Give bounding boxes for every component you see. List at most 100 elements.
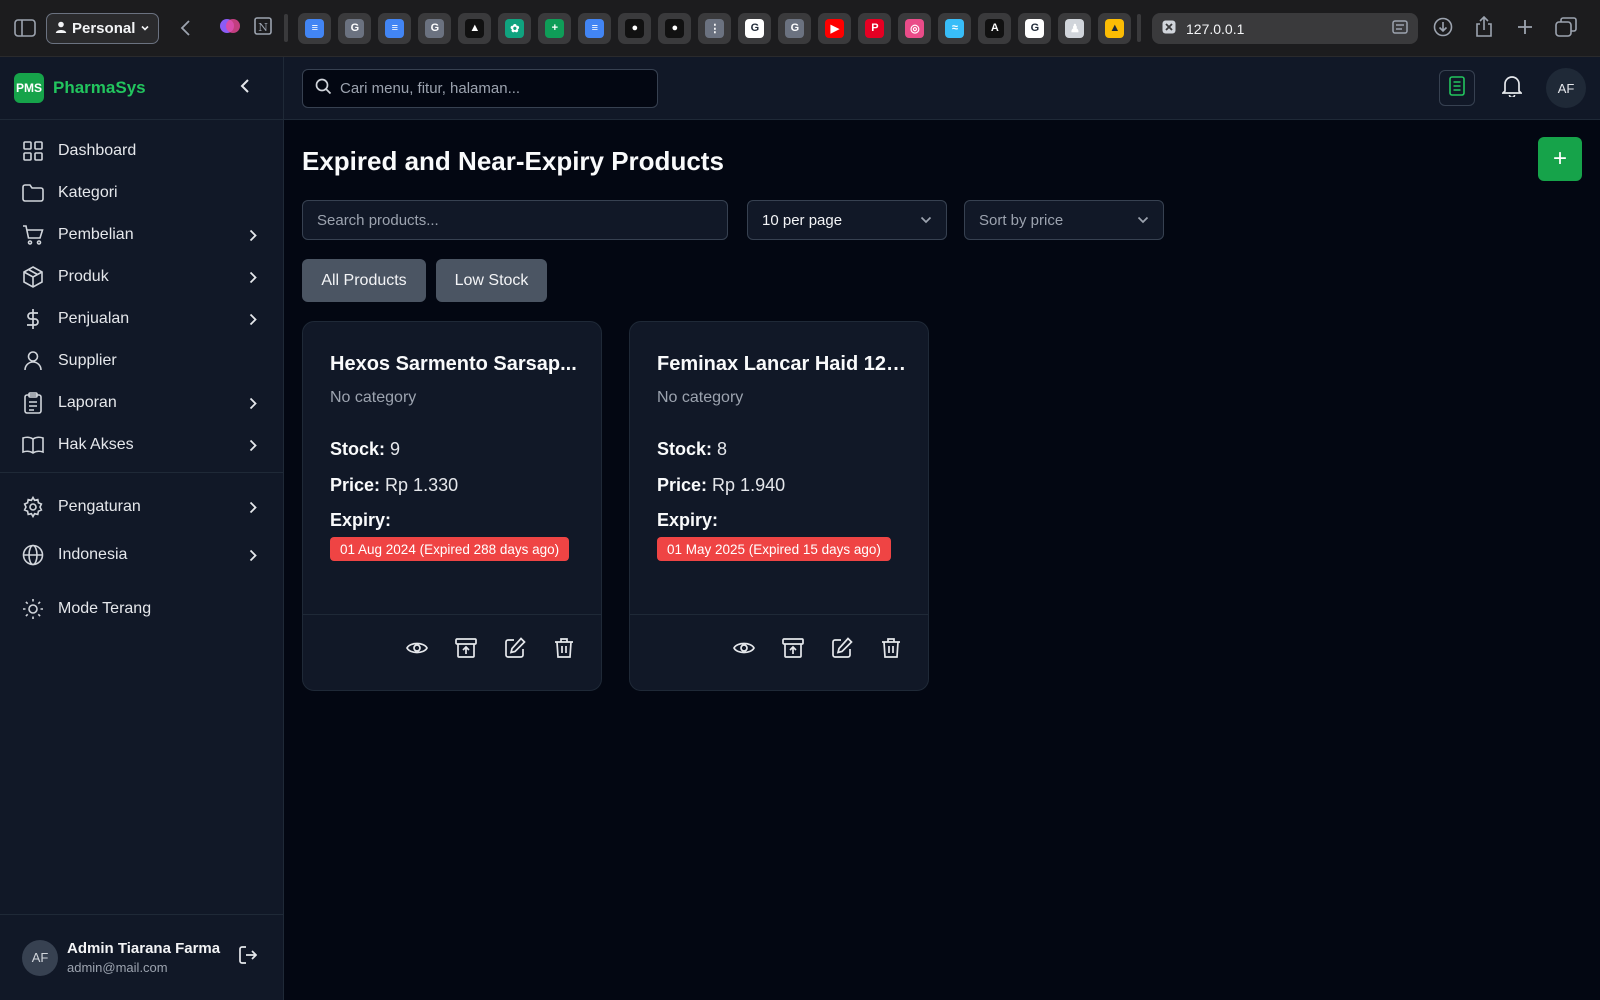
price-value: Rp 1.330 [385,475,459,495]
sidebar-item-label: Produk [58,268,109,285]
tab-brain[interactable] [217,13,243,44]
browser-tab[interactable]: G [1018,12,1052,44]
browser-tab[interactable]: G [418,12,452,44]
archive-icon[interactable] [454,636,478,660]
new-tab-icon[interactable] [1512,14,1538,40]
browser-tab[interactable]: G [738,12,772,44]
app-icon: ♟ [1065,18,1085,38]
product-search-input[interactable] [317,211,713,229]
profile-label: Personal [72,19,136,37]
profile-switcher[interactable]: Personal [46,12,160,44]
per-page-select[interactable]: 10 per page [747,200,947,240]
sun-icon [22,598,44,620]
view-icon[interactable] [732,636,756,660]
tab-notion[interactable]: N [250,13,276,44]
product-name[interactable]: Hexos Sarmento Sarsap... [330,353,580,376]
browser-tab[interactable]: A [978,12,1012,44]
add-product-button[interactable]: + [1538,137,1582,181]
sidebar-item-laporan[interactable]: Laporan [0,382,283,424]
download-icon[interactable] [1430,14,1456,40]
sidebar-item-pembelian[interactable]: Pembelian [0,214,283,256]
sidebar-item-pengaturan[interactable]: Pengaturan [0,483,283,531]
product-price: Price: Rp 1.330 [330,475,458,496]
browser-tab[interactable]: ≡ [378,12,412,44]
browser-tab[interactable]: ▲ [1098,12,1132,44]
filter-low-stock-button[interactable]: Low Stock [436,259,547,302]
browser-tab[interactable]: ◎ [898,12,932,44]
folder-icon [22,182,44,204]
reader-icon[interactable] [1392,20,1408,37]
sidebar-item-dashboard[interactable]: Dashboard [0,130,283,172]
page-title: Expired and Near-Expiry Products [302,146,724,176]
edit-icon[interactable] [830,636,854,660]
edit-icon[interactable] [503,636,527,660]
chevron-right-icon [249,501,257,514]
browser-tab[interactable]: ≡ [578,12,612,44]
dribbble-icon: ◎ [905,18,925,38]
brand-name[interactable]: PharmaSys [53,78,146,98]
delete-icon[interactable] [879,636,903,660]
browser-tab[interactable]: G [338,12,372,44]
logout-button[interactable] [239,946,258,969]
theme-toggle[interactable]: Mode Terang [0,585,283,633]
browser-tab[interactable]: ✿ [498,12,532,44]
share-icon[interactable] [1471,14,1497,40]
global-search-input[interactable] [340,80,640,97]
chevron-left-icon [239,77,251,100]
app-icon: ⋮ [705,18,725,38]
sidebar-item-hak-akses[interactable]: Hak Akses [0,424,283,466]
collapse-sidebar-button[interactable] [239,77,251,100]
report-button[interactable] [1439,70,1475,106]
sidebar-item-produk[interactable]: Produk [0,256,283,298]
view-icon[interactable] [405,636,429,660]
sidebar-item-supplier[interactable]: Supplier [0,340,283,382]
book-open-icon [22,434,44,456]
tab-overview-icon[interactable] [1553,14,1579,40]
avatar[interactable]: AF [22,939,58,976]
archive-icon[interactable] [781,636,805,660]
tab-strip: ≡ G ≡ G ▲ ✿ + ≡ ● ● ⋮ G G ▶ P ◎ ≈ A G ♟ ▲ [298,12,1132,44]
avatar[interactable]: AF [1546,68,1586,108]
sidebar-item-penjualan[interactable]: Penjualan [0,298,283,340]
github-icon: ● [665,18,685,38]
browser-tab[interactable]: G [778,12,812,44]
sidebar-item-label: Supplier [58,352,117,369]
product-name[interactable]: Feminax Lancar Haid 12 ... [657,353,907,376]
browser-tab[interactable]: ⋮ [698,12,732,44]
address-bar[interactable]: 127.0.0.1 [1152,13,1418,44]
brain-icon [219,15,241,42]
filter-all-products-button[interactable]: All Products [302,259,426,302]
browser-tab[interactable]: ● [658,12,692,44]
browser-tab[interactable]: P [858,12,892,44]
expiry-label: Expiry: [657,510,719,530]
user-profile: AF Admin Tiarana Farma admin@mail.com [0,914,283,1000]
sidebar-item-language[interactable]: Indonesia [0,531,283,579]
grid-icon [22,140,44,162]
sort-value: Sort by price [979,211,1064,229]
notion-icon: N [253,16,273,41]
browser-tab[interactable]: ≈ [938,12,972,44]
notifications-button[interactable] [1494,70,1530,106]
sort-select[interactable]: Sort by price [964,200,1164,240]
sidebar-toggle-icon[interactable] [12,15,38,41]
global-search[interactable] [302,69,658,108]
grammarly-icon: G [785,18,805,38]
delete-icon[interactable] [552,636,576,660]
anthropic-icon: A [985,18,1005,38]
expiry-badge: 01 May 2025 (Expired 15 days ago) [657,537,891,561]
browser-tab[interactable]: ▶ [818,12,852,44]
browser-tab[interactable]: ▲ [458,12,492,44]
browser-tab[interactable]: ● [618,12,652,44]
browser-tab[interactable]: ♟ [1058,12,1092,44]
browser-tab[interactable]: + [538,12,572,44]
user-email: admin@mail.com [67,960,168,975]
chevron-down-icon [140,20,150,37]
sidebar-item-kategori[interactable]: Kategori [0,172,283,214]
browser-tab[interactable]: ≡ [298,12,332,44]
brand-logo[interactable]: PMS [14,73,44,103]
price-value: Rp 1.940 [712,475,786,495]
youtube-icon: ▶ [825,18,845,38]
top-header: AF [284,57,1600,120]
product-search[interactable] [302,200,728,240]
back-icon[interactable] [173,15,199,41]
